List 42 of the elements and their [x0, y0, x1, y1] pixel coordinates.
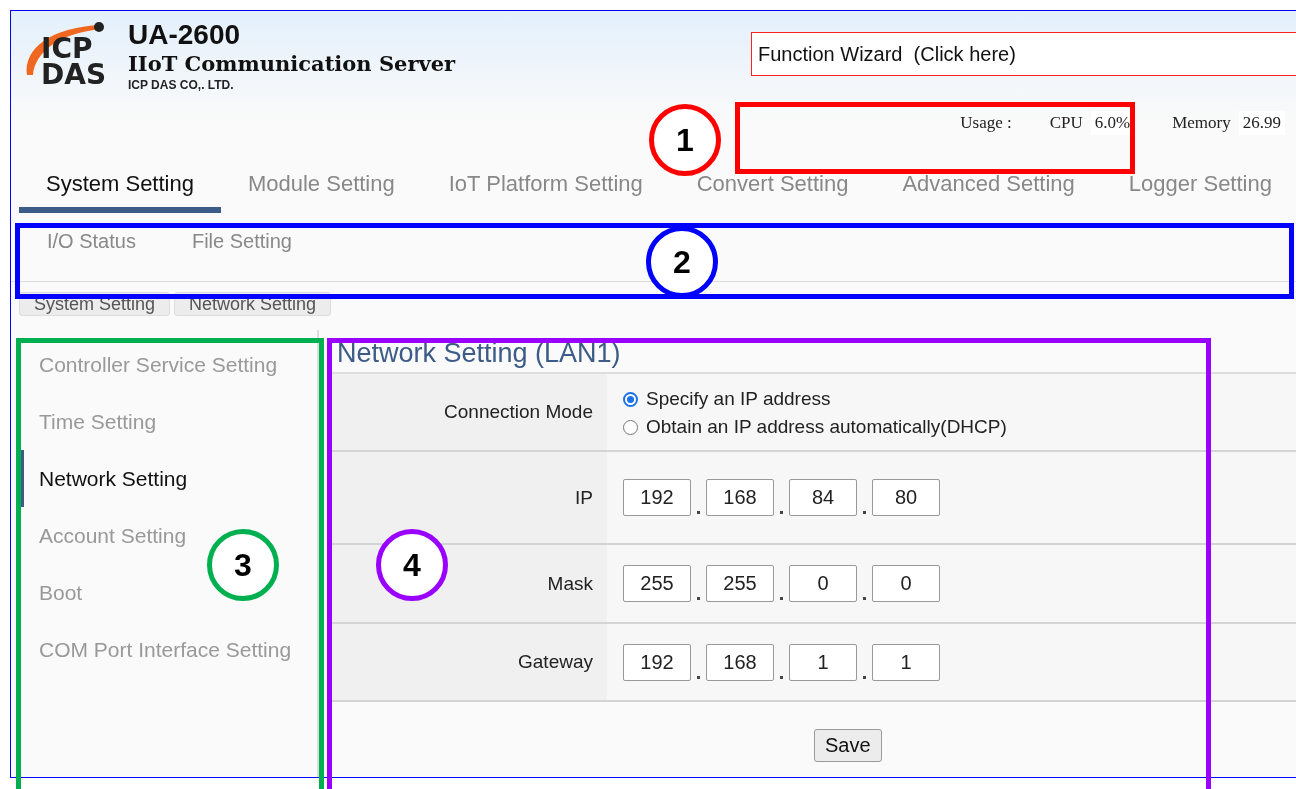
- function-wizard-button[interactable]: Function Wizard (Click here): [751, 32, 1296, 76]
- ip-octet-field[interactable]: 0: [872, 565, 940, 602]
- radio-option[interactable]: Specify an IP address: [623, 388, 1007, 410]
- field-label: Gateway: [518, 651, 593, 673]
- dot-separator-icon: [697, 675, 700, 679]
- dot-separator-icon: [780, 511, 783, 514]
- sidebar-item[interactable]: Network Setting: [19, 450, 188, 507]
- field-label: IP: [575, 486, 593, 509]
- radio-option[interactable]: Obtain an IP address automatically(DHCP): [623, 416, 1007, 438]
- field-label: Mask: [547, 572, 593, 595]
- usage-label: Usage :: [960, 113, 1012, 133]
- dot-separator-icon: [780, 675, 783, 679]
- dot-separator-icon: [780, 597, 783, 600]
- company-name: ICP DAS CO,. LTD.: [128, 78, 235, 92]
- nav-tab[interactable]: System Setting: [19, 153, 221, 213]
- ip-octet-field[interactable]: 1: [789, 643, 857, 681]
- radio-icon[interactable]: [623, 391, 638, 407]
- dot-separator-icon: [697, 597, 700, 600]
- dot-separator-icon: [697, 511, 700, 514]
- memory-value: 26.99: [1238, 111, 1285, 135]
- ip-octet-field[interactable]: 168: [706, 479, 774, 516]
- ip-octet-field[interactable]: 84: [789, 479, 857, 516]
- product-name: IIoT Communication Server: [128, 51, 456, 76]
- dot-separator-icon: [863, 511, 866, 514]
- ip-octet-field[interactable]: 0: [789, 565, 857, 602]
- ip-octet-field[interactable]: 80: [872, 479, 940, 516]
- logo-text: ICP: [41, 36, 93, 62]
- ip-octet-field[interactable]: 255: [623, 565, 691, 602]
- ip-octet-field[interactable]: 192: [623, 479, 691, 516]
- model-title: UA-2600: [128, 19, 242, 51]
- logo-text: DAS: [41, 62, 107, 88]
- field-label: Connection Mode: [444, 401, 593, 423]
- ip-octet-field[interactable]: 1: [872, 643, 940, 681]
- memory-label: Memory: [1172, 113, 1231, 133]
- ip-octet-field[interactable]: 255: [706, 565, 774, 602]
- radio-icon[interactable]: [623, 419, 638, 435]
- cpu-label: CPU: [1049, 113, 1083, 133]
- save-button[interactable]: Save: [814, 728, 882, 762]
- ip-octet-field[interactable]: 168: [706, 643, 774, 681]
- ip-octet-field[interactable]: 192: [623, 643, 691, 681]
- dot-separator-icon: [863, 675, 866, 679]
- dot-separator-icon: [863, 597, 866, 600]
